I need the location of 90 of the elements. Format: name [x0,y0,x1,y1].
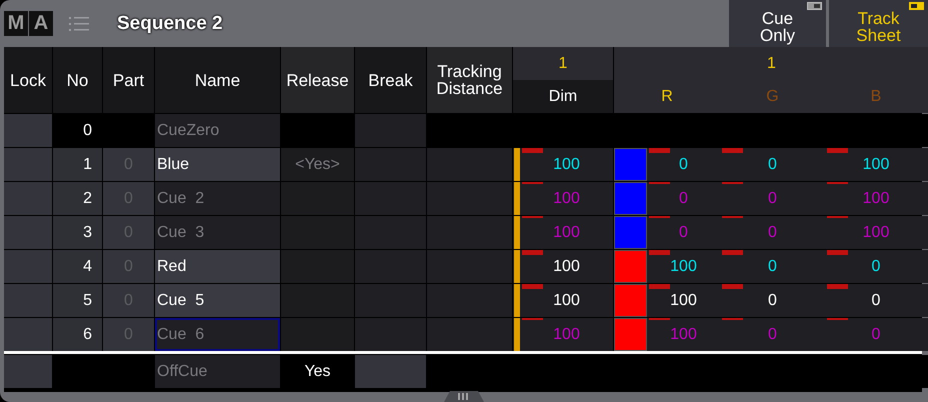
table-cell: 4 [53,250,102,283]
table-cell [4,182,52,215]
value-marker [649,216,670,218]
value-marker [827,148,848,153]
value-marker [722,148,743,153]
channel-value: 0 [872,326,880,344]
table-cell: 1 [53,148,102,181]
table-cell[interactable]: CueZero [155,114,280,147]
channel-value: 0 [679,190,688,208]
value-marker [827,318,848,320]
table-cell [4,250,52,283]
value-marker [649,284,670,289]
fixture-number: 1 [767,54,776,74]
value-marker [827,216,848,218]
toggle-button[interactable]: Track Sheet [829,0,928,47]
channel-value: 0 [768,190,777,208]
column-header[interactable]: No [53,47,102,113]
dimmer-value: 100 [553,292,580,310]
table-cell [355,182,426,215]
channel-value: 100 [670,258,697,276]
dimmer-value: 100 [553,190,580,208]
channel-value: 100 [862,224,890,242]
value-marker [722,318,743,320]
table-cell: 6 [53,318,102,351]
value-marker [649,250,670,255]
value-marker [827,250,848,255]
attribute-header[interactable]: Dim [513,80,613,113]
value-marker [827,284,848,289]
channel-value: 0 [872,292,880,310]
value-marker [722,182,743,184]
resize-handle[interactable] [444,390,484,402]
table-cell[interactable]: Blue [155,148,280,181]
table-cell [355,114,426,147]
channel-value: 0 [679,156,688,174]
channel-value: 0 [768,292,777,310]
table-cell [4,148,52,181]
table-cell [4,355,52,388]
value-marker [722,216,743,218]
table-cell [4,318,52,351]
table-cell [4,114,52,147]
column-header[interactable]: Name [155,47,280,113]
dimmer-value: 100 [553,156,580,174]
value-marker [827,182,848,184]
logo-letter: A [29,11,53,36]
value-marker [722,284,743,289]
column-header[interactable]: Lock [4,47,52,113]
table-cell [355,355,426,388]
dimmer-value: 100 [553,326,580,344]
column-header[interactable]: Release [281,47,354,113]
channel-value: 100 [862,156,890,174]
table-cell: 2 [53,182,102,215]
channel-value: 100 [862,190,890,208]
value-marker [649,148,670,153]
value-marker [649,318,670,320]
table-cell [355,148,426,181]
table-cell[interactable]: Cue 5 [155,284,280,317]
table-cell [4,284,52,317]
channel-value: 0 [768,326,777,344]
logo-letter: M [4,11,28,36]
column-header[interactable]: Part [103,47,154,113]
toggle-button[interactable]: Cue Only [729,0,826,47]
channel-value: 0 [679,224,688,242]
channel-value: 0 [768,258,777,276]
value-marker [722,250,743,255]
channel-value: 100 [670,326,697,344]
window-title: Sequence 2 [117,12,223,34]
table-cell [4,216,52,249]
channel-value: 100 [670,292,697,310]
dimmer-value: 100 [553,224,580,242]
table-cell[interactable]: Red [155,250,280,283]
table-cell [355,318,426,351]
channel-value: 0 [768,156,777,174]
table-cell[interactable]: Cue 3 [155,216,280,249]
attribute-header[interactable]: R [614,80,720,113]
dimmer-value: 100 [553,258,580,276]
table-cell: 3 [53,216,102,249]
channel-value: 0 [768,224,777,242]
table-cell[interactable]: Cue 2 [155,182,280,215]
table-cell [355,216,426,249]
table-cell: <Yes> [281,148,354,181]
table-cell [355,284,426,317]
column-header[interactable]: Break [355,47,426,113]
channel-value: 0 [872,258,880,276]
table-cell[interactable]: Cue 6 [155,318,280,351]
fixture-number: 1 [558,54,568,74]
column-header[interactable]: Tracking Distance [427,47,512,113]
table-cell: 5 [53,284,102,317]
table-cell[interactable]: OffCue [155,355,280,388]
value-marker [649,182,670,184]
table-cell [355,250,426,283]
